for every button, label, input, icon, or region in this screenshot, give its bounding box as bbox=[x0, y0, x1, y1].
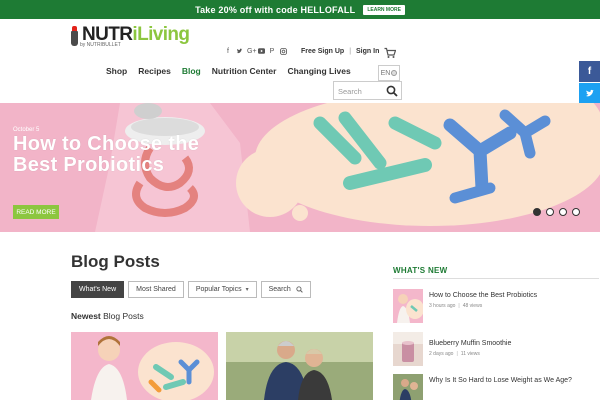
chevron-down-icon: ▾ bbox=[245, 287, 249, 293]
facebook-icon[interactable]: f bbox=[225, 48, 231, 58]
read-more-button[interactable]: READ MORE bbox=[13, 205, 59, 219]
filter-whats-new[interactable]: What's New bbox=[71, 281, 125, 298]
blog-card-image[interactable] bbox=[71, 332, 218, 400]
filter-most-shared-label: Most Shared bbox=[136, 286, 176, 293]
promo-bar: Take 20% off with code HELLOFALL LEARN M… bbox=[0, 0, 600, 19]
filter-whats-new-label: What's New bbox=[79, 286, 117, 293]
list-item-time: 2 days ago bbox=[429, 351, 454, 357]
filter-most-shared[interactable]: Most Shared bbox=[128, 281, 184, 298]
newest-rest: Blog Posts bbox=[100, 311, 144, 321]
blender-logo-icon bbox=[70, 24, 79, 46]
whats-new-title: WHAT'S NEW bbox=[393, 266, 448, 275]
logo-living: Living bbox=[137, 24, 190, 45]
language-label: EN bbox=[380, 69, 391, 77]
search-icon[interactable] bbox=[386, 85, 398, 97]
carousel-dot-1[interactable] bbox=[533, 208, 541, 216]
globe-icon bbox=[391, 70, 398, 76]
list-item-time: 3 hours ago bbox=[429, 303, 456, 309]
signin-link[interactable]: Sign In bbox=[356, 48, 379, 55]
list-item-meta: 3 hours ago | 48 views bbox=[429, 303, 483, 309]
main-nav: Shop Recipes Blog Nutrition Center Chang… bbox=[106, 66, 351, 76]
section-heading-newest: Newest Blog Posts bbox=[71, 311, 144, 321]
nav-recipes[interactable]: Recipes bbox=[138, 66, 171, 76]
promo-text: Take 20% off with code HELLOFALL bbox=[195, 4, 356, 15]
youtube-icon[interactable] bbox=[258, 48, 265, 58]
hero-banner[interactable]: October 5 How to Choose the Best Probiot… bbox=[0, 103, 600, 232]
account-links: Free Sign Up | Sign In bbox=[301, 48, 379, 55]
filter-bar: What's New Most Shared Popular Topics ▾ S… bbox=[71, 281, 311, 298]
filter-popular-topics[interactable]: Popular Topics ▾ bbox=[187, 281, 257, 298]
list-item-meta: 2 days ago | 11 views bbox=[429, 351, 480, 357]
thumbnail bbox=[393, 374, 423, 400]
filter-search[interactable]: Search bbox=[260, 281, 311, 298]
separator: | bbox=[349, 48, 352, 55]
carousel-dots bbox=[533, 208, 580, 216]
nav-changing-lives[interactable]: Changing Lives bbox=[287, 66, 350, 76]
language-selector[interactable]: EN bbox=[378, 65, 400, 81]
carousel-dot-2[interactable] bbox=[546, 208, 554, 216]
nav-blog[interactable]: Blog bbox=[182, 66, 201, 76]
thumbnail bbox=[393, 289, 423, 323]
search-placeholder: Search bbox=[338, 87, 362, 96]
divider bbox=[393, 278, 599, 279]
cart-icon[interactable] bbox=[384, 46, 397, 58]
list-item-title[interactable]: Why Is It So Hard to Lose Weight as We A… bbox=[429, 376, 599, 385]
instagram-icon[interactable] bbox=[280, 48, 287, 58]
twitter-icon[interactable] bbox=[236, 48, 243, 58]
learn-more-button[interactable]: LEARN MORE bbox=[363, 4, 405, 15]
newest-bold: Newest bbox=[71, 311, 101, 321]
list-item[interactable]: Blueberry Muffin Smoothie 2 days ago | 11 … bbox=[393, 332, 599, 366]
list-item-title[interactable]: Blueberry Muffin Smoothie bbox=[429, 339, 599, 348]
share-facebook-icon[interactable]: f bbox=[579, 61, 600, 82]
carousel-dot-3[interactable] bbox=[559, 208, 567, 216]
pinterest-icon[interactable]: P bbox=[269, 48, 275, 58]
search-input[interactable]: Search bbox=[333, 81, 402, 100]
logo-byline: by NUTRIBULLET bbox=[80, 42, 121, 48]
list-item[interactable]: Why Is It So Hard to Lose Weight as We A… bbox=[393, 374, 599, 400]
page-title: Blog Posts bbox=[71, 252, 160, 271]
list-item-title[interactable]: How to Choose the Best Probiotics bbox=[429, 291, 599, 300]
filter-popular-label: Popular Topics bbox=[195, 286, 242, 293]
share-twitter-icon[interactable] bbox=[579, 83, 600, 104]
free-signup-link[interactable]: Free Sign Up bbox=[301, 48, 344, 55]
thumbnail bbox=[393, 332, 423, 366]
google-plus-icon[interactable]: G+ bbox=[247, 48, 257, 58]
social-links: f G+ P bbox=[225, 48, 287, 58]
list-item-views: 48 views bbox=[462, 303, 483, 309]
hero-title[interactable]: How to Choose the Best Probiotics bbox=[13, 134, 203, 176]
search-icon bbox=[296, 286, 303, 293]
nav-nutrition-center[interactable]: Nutrition Center bbox=[212, 66, 277, 76]
list-item[interactable]: How to Choose the Best Probiotics 3 hour… bbox=[393, 289, 599, 323]
nav-shop[interactable]: Shop bbox=[106, 66, 127, 76]
carousel-dot-4[interactable] bbox=[572, 208, 580, 216]
filter-search-label: Search bbox=[268, 286, 291, 293]
blog-card-image[interactable] bbox=[226, 332, 373, 400]
list-item-views: 11 views bbox=[460, 351, 480, 357]
